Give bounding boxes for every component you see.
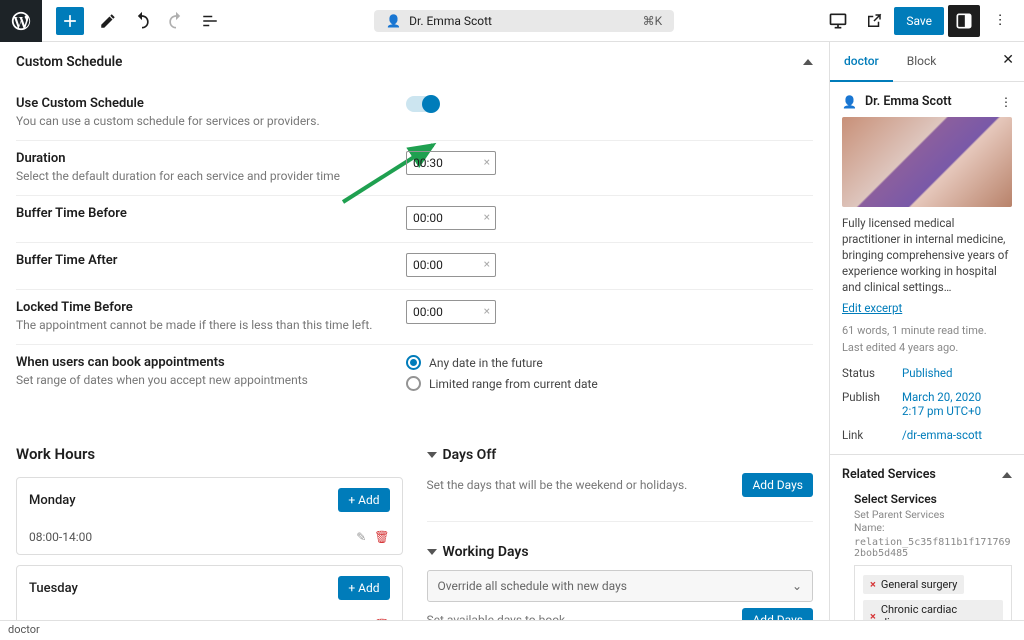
collapse-icon [803, 59, 813, 65]
save-button[interactable]: Save [894, 7, 944, 35]
relation-name-label: Name: [854, 521, 1012, 534]
booking-desc: Set range of dates when you accept new a… [16, 373, 386, 387]
override-select[interactable]: Override all schedule with new days⌄ [427, 570, 814, 602]
day-card-monday: Monday + Add 08:00-14:00 ✎ 🗑 [16, 477, 403, 555]
person-icon: 👤 [842, 95, 857, 109]
status-value[interactable]: Published [902, 366, 953, 380]
permalink[interactable]: /dr-emma-scott [902, 428, 982, 442]
buffer-after-input[interactable]: 00:00 [406, 253, 496, 277]
sidebar-toggle-button[interactable] [948, 5, 980, 37]
relation-name-value: relation_5c35f811b1f1717692bob5d485 [854, 537, 1012, 559]
day-name: Tuesday [29, 581, 78, 596]
booking-any-radio[interactable]: Any date in the future [406, 355, 813, 370]
document-switcher[interactable]: 👤 Dr. Emma Scott ⌘K [374, 10, 674, 32]
days-off-hint: Set the days that will be the weekend or… [427, 478, 688, 492]
day-name: Monday [29, 493, 76, 508]
word-count: 61 words, 1 minute read time. [842, 323, 1012, 340]
edit-icon[interactable]: ✎ [356, 530, 366, 544]
wp-logo[interactable] [0, 0, 42, 42]
sidebar-doctor-name: Dr. Emma Scott [865, 94, 952, 109]
select-services-title: Select Services [854, 492, 1012, 506]
locked-title: Locked Time Before [16, 300, 386, 315]
outline-button[interactable] [194, 5, 226, 37]
services-tag-box: ×General surgery ×Chronic cardiac diseas… [854, 565, 1012, 620]
edit-icon[interactable]: ✎ [356, 618, 366, 620]
buffer-before-title: Buffer Time Before [16, 206, 386, 221]
tab-doctor[interactable]: doctor [830, 42, 893, 82]
add-days-off-button[interactable]: Add Days [742, 473, 813, 497]
chevron-down-icon: ⌄ [792, 579, 802, 593]
locked-desc: The appointment cannot be made if there … [16, 318, 386, 332]
days-off-header[interactable]: Days Off [427, 447, 814, 463]
duration-input[interactable]: 00:30 [406, 151, 496, 175]
add-slot-button[interactable]: + Add [338, 488, 389, 512]
last-edited: Last edited 4 years ago. [842, 340, 1012, 357]
featured-image[interactable] [842, 117, 1012, 207]
related-services-header[interactable]: Related Services [842, 467, 1012, 482]
publish-date[interactable]: March 20, 20202:17 pm UTC+0 [902, 390, 981, 418]
use-custom-title: Use Custom Schedule [16, 96, 386, 111]
add-block-button[interactable] [56, 7, 84, 35]
more-icon[interactable]: ⋮ [1000, 95, 1012, 109]
person-icon: 👤 [386, 14, 401, 28]
document-title: Dr. Emma Scott [409, 14, 492, 28]
collapse-icon [1002, 472, 1012, 478]
add-working-days-button[interactable]: Add Days [742, 608, 813, 620]
use-custom-toggle[interactable] [406, 96, 438, 112]
duration-title: Duration [16, 151, 386, 166]
shortcut-hint: ⌘K [643, 14, 663, 28]
locked-input[interactable]: 00:00 [406, 300, 496, 324]
service-tag[interactable]: ×Chronic cardiac diseases [863, 600, 1003, 620]
day-card-tuesday: Tuesday + Add 08:00-14:00 ✎ 🗑 [16, 565, 403, 620]
working-days-hint: Set available days to book. [427, 613, 569, 620]
trash-icon[interactable]: 🗑 [374, 530, 389, 544]
close-sidebar-button[interactable]: ✕ [992, 42, 1024, 81]
breadcrumb[interactable]: doctor [0, 620, 1024, 640]
remove-tag-icon: × [870, 578, 876, 591]
buffer-before-input[interactable]: 00:00 [406, 206, 496, 230]
tab-block[interactable]: Block [893, 42, 951, 81]
redo-button[interactable] [160, 5, 192, 37]
external-preview-icon[interactable] [858, 5, 890, 37]
duration-desc: Select the default duration for each ser… [16, 169, 386, 183]
panel-title: Custom Schedule [16, 54, 122, 70]
working-days-header[interactable]: Working Days [427, 544, 814, 560]
more-menu-button[interactable]: ⋮ [984, 5, 1016, 37]
use-custom-desc: You can use a custom schedule for servic… [16, 114, 386, 128]
service-tag[interactable]: ×General surgery [863, 575, 964, 594]
edit-excerpt-link[interactable]: Edit excerpt [842, 301, 902, 315]
select-services-sub: Set Parent Services [854, 508, 1012, 521]
add-slot-button[interactable]: + Add [338, 576, 389, 600]
buffer-after-title: Buffer Time After [16, 253, 386, 268]
time-range: 08:00-14:00 [29, 618, 92, 620]
time-range: 08:00-14:00 [29, 530, 92, 544]
remove-tag-icon: × [870, 610, 876, 620]
booking-title: When users can book appointments [16, 355, 386, 370]
excerpt-text: Fully licensed medical practitioner in i… [842, 215, 1012, 295]
desktop-preview-icon[interactable] [822, 5, 854, 37]
work-hours-title: Work Hours [16, 445, 403, 463]
undo-button[interactable] [126, 5, 158, 37]
trash-icon[interactable]: 🗑 [374, 618, 389, 620]
edit-button[interactable] [92, 5, 124, 37]
booking-limited-radio[interactable]: Limited range from current date [406, 376, 813, 391]
panel-header-custom-schedule[interactable]: Custom Schedule [0, 42, 829, 82]
